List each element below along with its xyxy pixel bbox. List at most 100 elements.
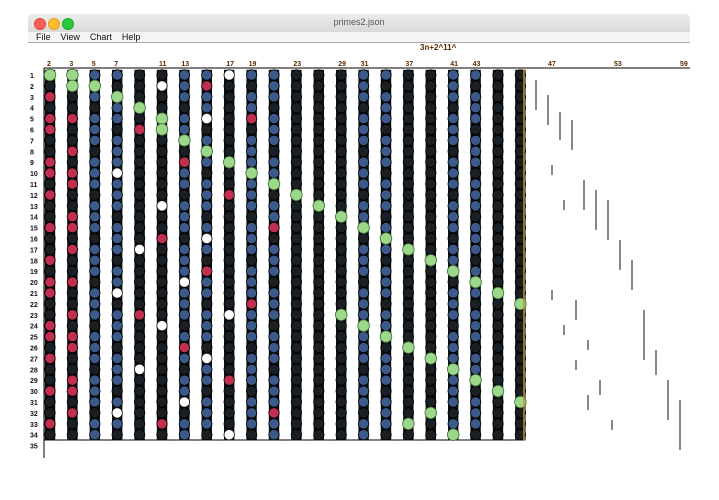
grid-dot [111,134,123,146]
grid-dot [290,200,302,212]
grid-dot [268,374,280,386]
grid-dot [111,309,123,321]
grid-dot [223,243,235,255]
grid-dot [402,265,414,277]
grid-dot [402,352,414,364]
grid-dot [268,396,280,408]
grid-dot [44,429,56,441]
grid-dot [335,200,347,212]
grid-dot [89,396,101,408]
grid-dot [156,222,168,234]
grid-dot [447,396,459,408]
grid-dot [357,200,370,212]
grid-dot [44,80,56,92]
grid-dot [425,222,437,234]
grid-dot [290,167,302,179]
grid-dot [402,254,414,266]
grid-dot [178,418,190,430]
row-label: 34 [30,433,38,440]
top-label: 2 [47,61,51,68]
grid-dot [425,102,437,114]
grid-dot [313,374,325,386]
grid-dot [223,396,235,408]
grid-dot [111,69,123,81]
grid-dot [425,429,437,441]
grid-dot [201,189,213,201]
grid-dot [402,134,414,146]
grid-dot [156,407,168,419]
grid-dot [380,396,392,408]
grid-dot [268,145,280,157]
grid-dot [290,418,302,430]
grid-dot [492,200,504,212]
grid-dot [246,189,258,201]
grid-dot [313,189,325,201]
grid-dot [469,189,482,201]
row-label: 19 [30,269,38,276]
grid-dot [44,134,56,146]
grid-dot [89,341,101,354]
grid-dot [246,276,258,288]
grid-dot [335,189,347,201]
row-label: 11 [30,182,38,189]
grid-dot [380,156,392,168]
grid-dot [66,211,79,223]
grid-dot [313,211,325,223]
grid-dot [89,374,101,386]
grid-dot [223,254,235,266]
grid-dot [223,189,235,201]
grid-dot [44,243,56,255]
grid-dot [66,102,79,114]
grid-dot [335,265,347,277]
grid-dot [335,113,347,125]
row-label: 16 [30,237,38,244]
grid-dot [156,243,168,255]
row-label: 22 [30,302,38,309]
grid-dot [357,211,370,223]
grid-dot [111,232,123,245]
grid-dot [223,429,235,441]
grid-dot [246,91,258,103]
grid-dot [223,374,235,386]
grid-dot [156,418,168,430]
grid-dot [357,309,370,321]
grid-dot [335,102,347,114]
grid-dot [246,156,258,168]
grid-dot [89,123,101,136]
grid-dot [447,298,459,310]
grid-dot [425,167,437,179]
grid-dot [178,145,190,157]
grid-dot [178,254,190,266]
grid-dot [44,330,56,343]
grid-dot [246,243,258,255]
highlight-dot [110,90,124,104]
row-label: 27 [30,356,38,363]
grid-dot [313,222,325,234]
row-label: 8 [30,149,34,156]
grid-dot [89,287,101,299]
grid-dot [313,276,325,288]
grid-dot [447,156,459,168]
grid-dot [425,396,437,408]
row-label: 30 [30,389,38,396]
grid-dot [492,352,504,364]
grid-dot [492,298,504,310]
grid-dot [89,407,101,419]
grid-dot [178,189,190,201]
grid-dot [402,156,414,168]
grid-dot [44,265,56,277]
grid-dot [492,265,504,277]
grid-dot [492,232,504,245]
highlight-dot [402,417,415,431]
grid-dot [178,396,190,408]
grid-dot [357,385,370,397]
grid-dot [134,232,146,245]
grid-dot [66,222,79,234]
grid-dot [469,320,482,332]
grid-dot [357,134,370,146]
grid-dot [44,178,56,190]
grid-dot [89,320,101,332]
grid-dot [469,352,482,364]
grid-dot [178,69,190,81]
grid-dot [492,418,504,430]
